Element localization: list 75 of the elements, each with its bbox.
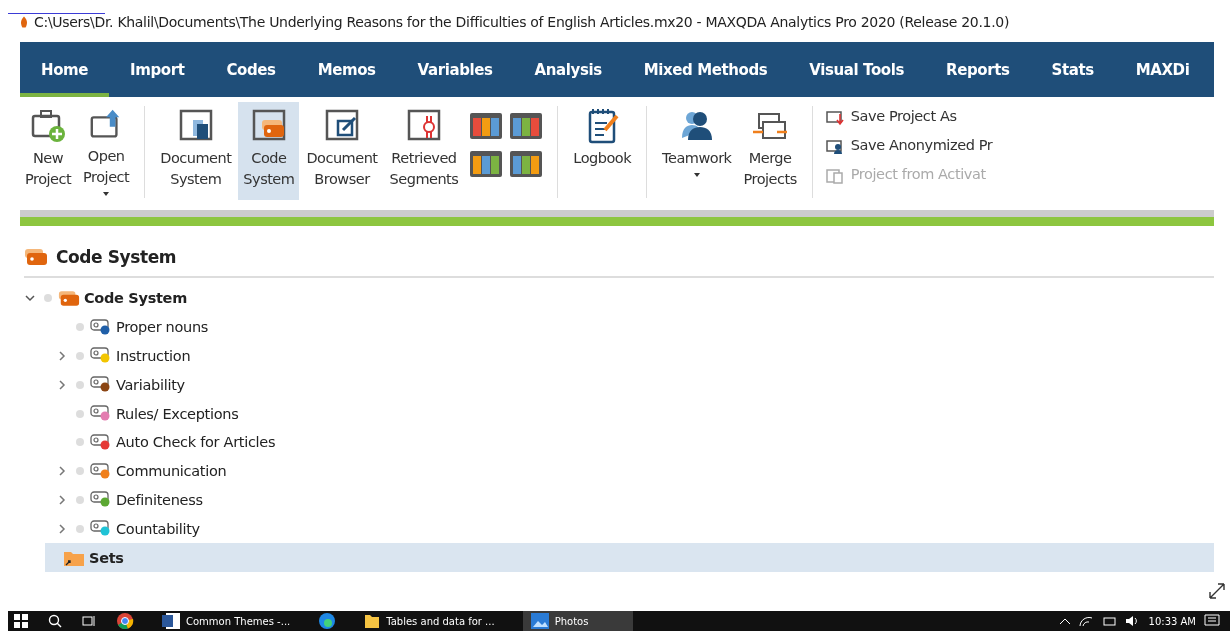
tree-item[interactable]: Communication [20, 456, 1214, 486]
clock-time[interactable]: 10:33 AM [1148, 615, 1196, 627]
taskbar-app[interactable]: Tables and data for ... [356, 611, 503, 631]
tree-item[interactable]: Code System [20, 284, 1214, 313]
table-layout-icon[interactable] [469, 112, 504, 140]
status-dot [76, 352, 84, 360]
status-dot [76, 495, 84, 504]
code-tag-icon [90, 405, 112, 423]
task-view-icon[interactable] [82, 614, 96, 628]
chevron-up-icon[interactable] [1058, 616, 1071, 626]
tree-item[interactable]: Sets [45, 543, 1214, 572]
ribbon-tab[interactable]: Mixed Methods [622, 42, 789, 97]
taskbar-app[interactable]: Common Themes -... [154, 611, 299, 631]
tree-item[interactable]: Rules/ Exceptions [20, 399, 1214, 428]
battery-icon[interactable] [1100, 615, 1117, 627]
status-dot [76, 380, 84, 389]
toolbar-button[interactable]: Document Browser [301, 102, 383, 200]
ribbon-tab[interactable]: Memos [296, 42, 397, 97]
toolbar-button[interactable]: Teamwork [657, 102, 737, 200]
toolbar-button[interactable]: Save Project As [822, 104, 995, 128]
tree-item[interactable]: Variability [20, 370, 1214, 400]
ribbon-tab[interactable]: Import [109, 42, 206, 97]
tree-item[interactable]: Instruction [20, 341, 1214, 371]
toolbar-button[interactable]: Logbook [568, 102, 637, 200]
ribbon-tab[interactable]: Variables [396, 42, 514, 97]
ribbon-tab[interactable]: Analysis [513, 42, 623, 97]
code-system-icon [24, 248, 48, 266]
code-tag-icon [90, 433, 112, 451]
toolbar-button[interactable]: Code System [238, 102, 300, 200]
tree-item[interactable]: Auto Check for Articles [20, 428, 1214, 457]
toolbar-button[interactable]: New Project [20, 102, 77, 200]
toolbar-button[interactable]: Document System [155, 102, 237, 200]
folder-icon [364, 613, 381, 629]
status-dot [76, 438, 84, 447]
expand-icon[interactable] [1208, 582, 1226, 601]
table-layout-icon[interactable] [509, 150, 544, 178]
window-title: C:\Users\Dr. Khalil\Documents\The Underlying Reasons for the Difficulties of English Articles.mx20 - MAXQDA Analytics Pro 2020 (Release 20.1.0) [34, 14, 1010, 30]
code-tag-icon [90, 376, 112, 394]
image-icon [530, 613, 549, 629]
app-icon [20, 16, 28, 28]
taskbar-app[interactable]: Photos [522, 611, 633, 631]
ribbon-tab[interactable]: Visual Tools [788, 42, 925, 97]
ribbon-tab[interactable]: Codes [205, 42, 297, 97]
panel-title: Code System [56, 247, 177, 267]
search-icon[interactable] [48, 614, 62, 628]
status-dot [76, 524, 84, 533]
table-layout-icon[interactable] [469, 150, 504, 178]
code-tag-icon [90, 318, 112, 336]
toolbar-button[interactable]: Save Anonymized Pr [822, 133, 995, 157]
status-dot [76, 409, 84, 418]
chrome-icon[interactable] [116, 612, 134, 630]
status-dot [76, 323, 84, 332]
code-tag-icon [90, 462, 112, 480]
code-tag-icon [90, 520, 112, 538]
tree-item[interactable]: Definiteness [20, 485, 1214, 515]
code-system-icon [58, 289, 80, 307]
toolbar-button[interactable]: Merge Projects [738, 102, 802, 200]
table-layout-icon[interactable] [509, 112, 544, 140]
tree-item[interactable]: Proper nouns [20, 312, 1214, 342]
windows-start-icon[interactable] [14, 614, 28, 628]
tree-item[interactable]: Countability [20, 514, 1214, 544]
ribbon-tab[interactable]: MAXDi [1114, 42, 1211, 97]
wifi-icon[interactable] [1078, 615, 1093, 627]
status-dot [44, 294, 52, 303]
ribbon-tab[interactable]: Reports [925, 42, 1031, 97]
status-dot [76, 467, 84, 476]
edge-icon[interactable] [318, 612, 337, 630]
ribbon-tab[interactable]: Stats [1030, 42, 1115, 97]
code-tag-icon [90, 491, 112, 509]
toolbar-button[interactable]: Retrieved Segments [384, 102, 464, 200]
toolbar-button[interactable]: Open Project [78, 102, 135, 200]
code-tag-icon [90, 347, 112, 365]
ribbon-tab[interactable]: Home [20, 42, 110, 97]
notification-icon[interactable] [1204, 614, 1220, 628]
document-icon [162, 613, 180, 629]
